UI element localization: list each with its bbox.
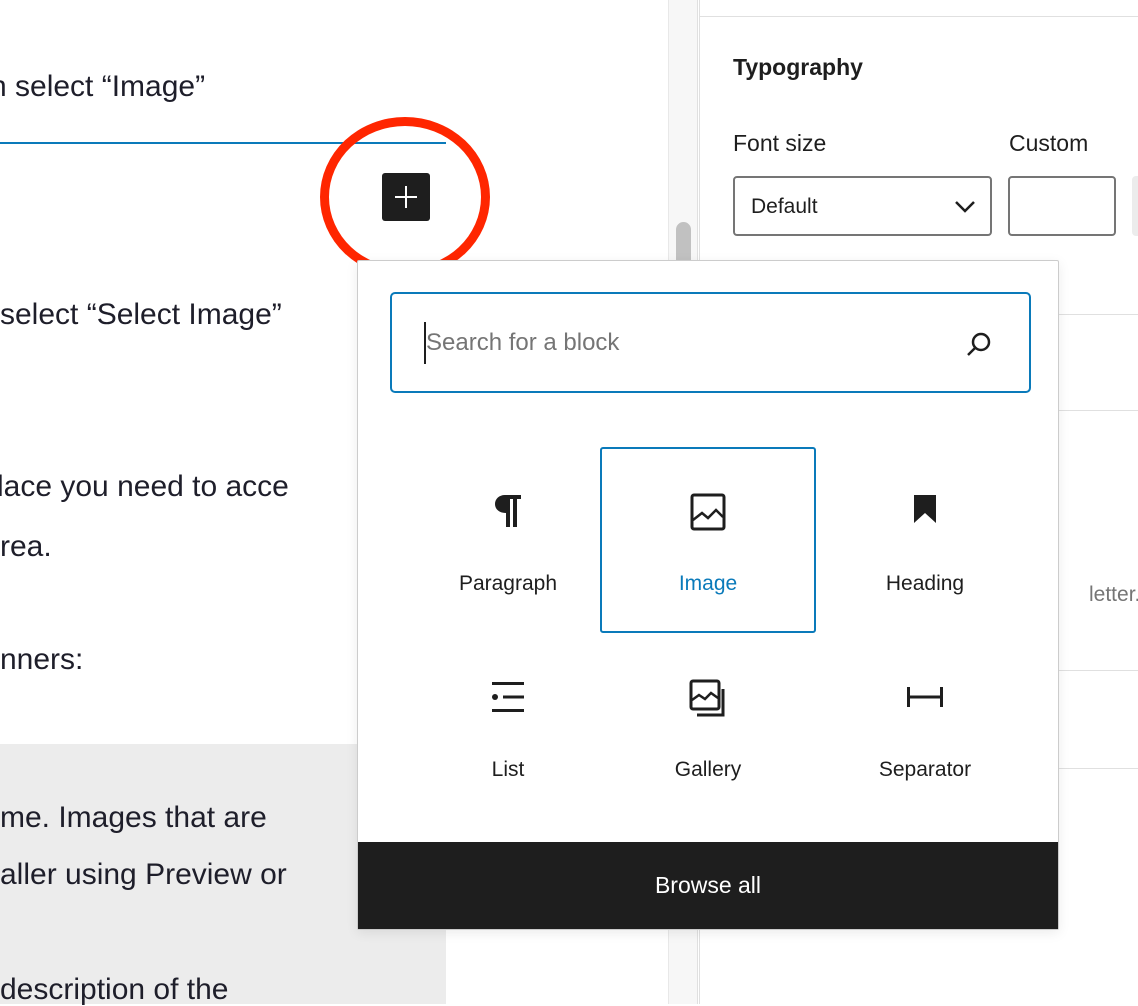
editor-text-line[interactable]: aller using Preview or: [0, 860, 287, 890]
custom-font-size-input[interactable]: [1008, 176, 1116, 236]
block-item-gallery[interactable]: Gallery: [600, 633, 816, 819]
editor-text-line[interactable]: me. Images that are: [0, 803, 267, 833]
reset-button[interactable]: [1132, 176, 1138, 236]
browse-all-button[interactable]: Browse all: [358, 842, 1058, 929]
block-item-image[interactable]: Image: [600, 447, 816, 633]
selected-block-underline: [0, 142, 446, 144]
editor-text-line[interactable]: rea.: [0, 532, 52, 562]
editor-text-line[interactable]: select “Select Image”: [0, 300, 282, 330]
block-search-input[interactable]: [424, 322, 948, 364]
list-icon: [492, 682, 524, 712]
search-icon: [967, 332, 991, 356]
block-search-field[interactable]: [390, 292, 1031, 393]
custom-size-label: Custom: [1009, 130, 1089, 156]
separator-icon: [907, 687, 943, 707]
gallery-icon: [689, 679, 725, 717]
editor-text-line[interactable]: lace you need to acce: [0, 472, 289, 502]
block-inserter-popover: Paragraph Image Heading: [357, 260, 1059, 930]
block-item-heading[interactable]: Heading: [817, 447, 1033, 633]
font-size-select[interactable]: Default: [733, 176, 992, 236]
heading-bookmark-icon: [914, 495, 936, 523]
editor-text-line[interactable]: nners:: [0, 645, 83, 675]
typography-heading[interactable]: Typography: [733, 54, 863, 81]
paragraph-icon: [495, 495, 521, 527]
block-item-separator[interactable]: Separator: [817, 633, 1033, 819]
divider: [700, 16, 1138, 17]
editor-text-line[interactable]: n select “Image”: [0, 72, 205, 102]
help-text: letter.: [1089, 583, 1138, 606]
block-inserter-button[interactable]: [382, 173, 430, 221]
font-size-label: Font size: [733, 130, 827, 156]
image-icon: [690, 493, 726, 531]
block-item-list[interactable]: List: [400, 633, 616, 819]
font-size-selected-value: Default: [751, 195, 818, 218]
chevron-down-icon: [955, 201, 975, 213]
block-item-paragraph[interactable]: Paragraph: [400, 447, 616, 633]
plus-icon: [395, 186, 417, 208]
editor-text-line[interactable]: description of the: [0, 975, 228, 1005]
